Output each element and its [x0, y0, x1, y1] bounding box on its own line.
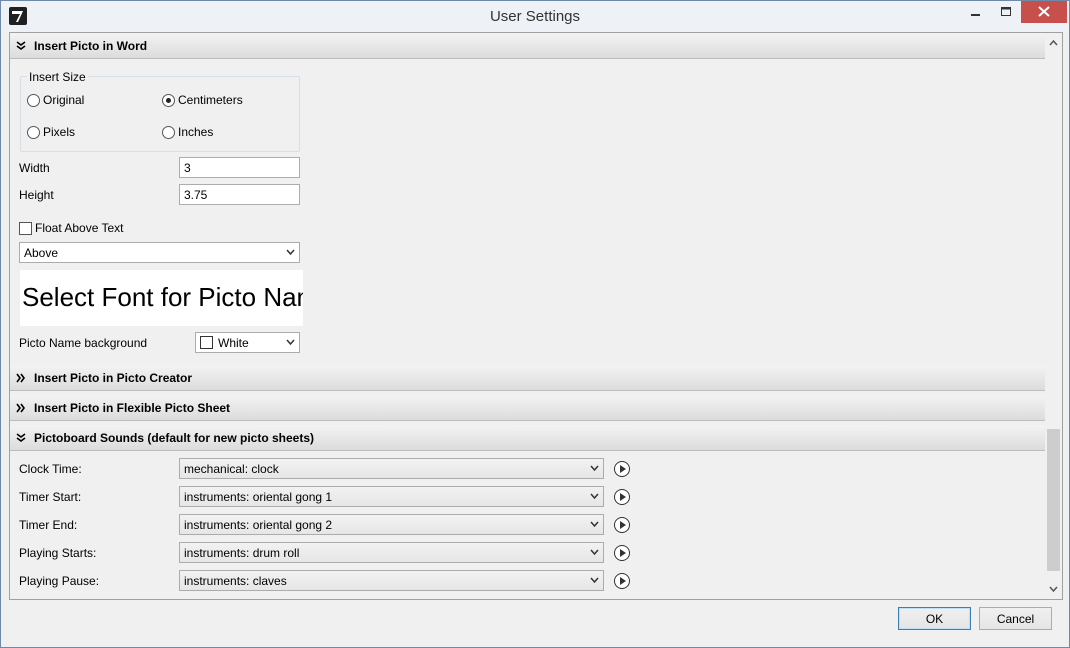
play-icon[interactable]	[614, 517, 630, 533]
height-input[interactable]: 3.75	[179, 184, 300, 205]
color-swatch	[200, 336, 213, 349]
sound-select[interactable]: instruments: oriental gong 2	[179, 514, 604, 535]
chevron-down-icon	[590, 465, 599, 472]
radio-inches[interactable]: Inches	[162, 125, 213, 139]
radio-original[interactable]: Original	[27, 93, 84, 107]
section-insert-picto-word[interactable]: Insert Picto in Word	[10, 33, 1045, 59]
play-icon[interactable]	[614, 545, 630, 561]
sound-label: Clock Time:	[19, 462, 82, 476]
section-title: Insert Picto in Flexible Picto Sheet	[34, 401, 231, 415]
sound-select[interactable]: instruments: claves	[179, 570, 604, 591]
section-insert-picto-flexible[interactable]: Insert Picto in Flexible Picto Sheet	[10, 395, 1045, 421]
insert-size-group: Insert Size Original Centimeters Pixels …	[20, 70, 300, 152]
scrollbar-thumb[interactable]	[1047, 429, 1060, 571]
picto-name-background-select[interactable]: White	[195, 332, 300, 353]
chevron-down-icon	[590, 493, 599, 500]
picto-name-background-label: Picto Name background	[19, 336, 148, 350]
close-button[interactable]	[1021, 1, 1067, 23]
width-label: Width	[19, 161, 50, 175]
minimize-icon	[971, 14, 980, 16]
sound-label: Timer End:	[19, 518, 78, 532]
radio-pixels[interactable]: Pixels	[27, 125, 75, 139]
sound-select[interactable]: instruments: oriental gong 1	[179, 486, 604, 507]
scroll-up-icon[interactable]	[1048, 38, 1059, 49]
radio-centimeters[interactable]: Centimeters	[162, 93, 243, 107]
section-pictoboard-sounds[interactable]: Pictoboard Sounds (default for new picto…	[10, 425, 1045, 451]
scroll-down-icon[interactable]	[1048, 583, 1059, 594]
sound-label: Playing Starts:	[19, 546, 97, 560]
font-preview-button[interactable]: Select Font for Picto Name	[20, 270, 303, 326]
cancel-button[interactable]: Cancel	[979, 607, 1052, 630]
chevron-double-right-icon	[16, 373, 25, 383]
width-input[interactable]: 3	[179, 157, 300, 178]
title-bar[interactable]: User Settings	[1, 1, 1069, 32]
settings-panel: Insert Picto in Word Insert Size Origina…	[9, 32, 1063, 600]
maximize-icon	[1001, 7, 1011, 16]
sound-select[interactable]: mechanical: clock	[179, 458, 604, 479]
chevron-down-icon	[590, 549, 599, 556]
user-settings-window: User Settings Insert Picto in Word Inser…	[0, 0, 1070, 648]
sound-label: Timer Start:	[19, 490, 82, 504]
float-above-text-label: Float Above Text	[35, 221, 124, 235]
play-icon[interactable]	[614, 573, 630, 589]
section-insert-picto-creator[interactable]: Insert Picto in Picto Creator	[10, 365, 1045, 391]
chevron-double-down-icon	[16, 41, 26, 50]
maximize-button[interactable]	[991, 1, 1021, 23]
sound-label: Playing Pause:	[19, 574, 100, 588]
section-title: Pictoboard Sounds (default for new picto…	[34, 431, 315, 445]
play-icon[interactable]	[614, 489, 630, 505]
close-icon	[1038, 6, 1050, 17]
sound-select[interactable]: instruments: drum roll	[179, 542, 604, 563]
section-title: Insert Picto in Picto Creator	[34, 371, 193, 385]
float-above-text-checkbox[interactable]: Float Above Text	[19, 221, 124, 235]
chevron-down-icon	[286, 339, 295, 346]
vertical-scrollbar[interactable]	[1045, 33, 1062, 599]
minimize-button[interactable]	[961, 1, 991, 23]
height-label: Height	[19, 188, 54, 202]
insert-size-legend: Insert Size	[27, 70, 88, 84]
chevron-down-icon	[286, 249, 295, 256]
chevron-double-down-icon	[16, 433, 26, 442]
chevron-down-icon	[590, 521, 599, 528]
float-position-select[interactable]: Above	[19, 242, 300, 263]
chevron-double-right-icon	[16, 403, 25, 413]
window-title: User Settings	[489, 8, 581, 25]
ok-button[interactable]: OK	[898, 607, 971, 630]
play-icon[interactable]	[614, 461, 630, 477]
chevron-down-icon	[590, 577, 599, 584]
section-title: Insert Picto in Word	[34, 39, 148, 53]
